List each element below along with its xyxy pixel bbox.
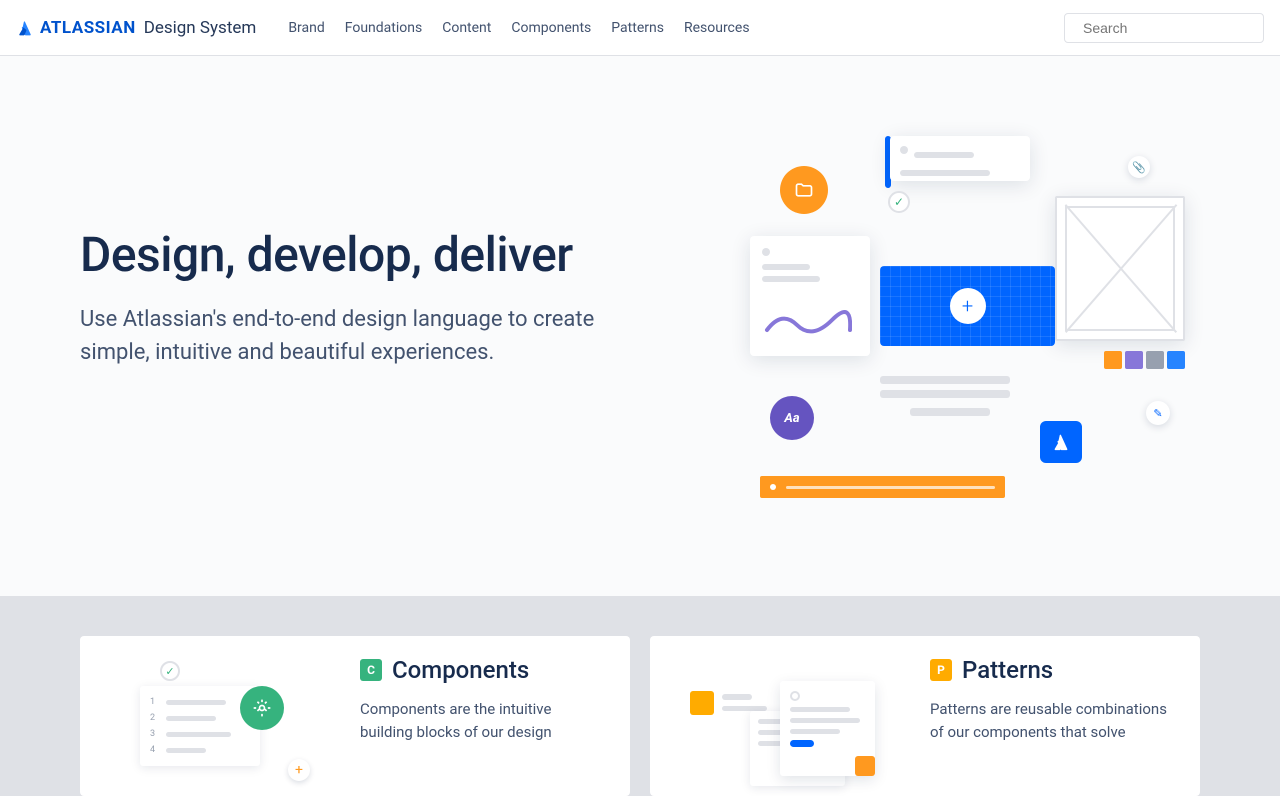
brand-name: ATLASSIAN [40, 18, 136, 38]
hero: Design, develop, deliver Use Atlassian's… [0, 56, 1280, 596]
edit-icon: ✎ [1146, 401, 1170, 425]
search-box[interactable] [1064, 13, 1264, 43]
nav-foundations[interactable]: Foundations [345, 14, 422, 42]
atlassian-logo-icon [16, 19, 34, 37]
nav-brand[interactable]: Brand [288, 14, 324, 42]
patterns-title: Patterns [962, 656, 1053, 684]
attachment-icon: 📎 [1128, 156, 1150, 178]
components-illustration: 1 2 3 4 ✓ + [110, 656, 330, 776]
color-swatches [1104, 351, 1185, 369]
gear-icon [240, 686, 284, 730]
patterns-desc: Patterns are reusable combinations of ou… [930, 698, 1170, 743]
components-title: Components [392, 656, 529, 684]
header: ATLASSIAN Design System Brand Foundation… [0, 0, 1280, 56]
patterns-illustration [680, 656, 900, 776]
check-icon: ✓ [888, 191, 910, 213]
hero-illustration: ✓ 📎 + Aa ✎ [720, 136, 1200, 516]
check-icon: ✓ [160, 661, 180, 681]
nav-resources[interactable]: Resources [684, 14, 750, 42]
typography-icon: Aa [770, 396, 814, 440]
cards-section: 1 2 3 4 ✓ + C Components Components are t… [0, 596, 1280, 796]
brand-sub: Design System [144, 18, 257, 38]
components-tag: C [360, 659, 382, 681]
hero-title: Design, develop, deliver [80, 226, 720, 283]
plus-icon: + [288, 759, 310, 781]
hero-text: Design, develop, deliver Use Atlassian's… [80, 136, 720, 516]
search-input[interactable] [1083, 20, 1264, 36]
hero-subtitle: Use Atlassian's end-to-end design langua… [80, 303, 620, 369]
atlassian-badge-icon [1040, 421, 1082, 463]
patterns-tag: P [930, 659, 952, 681]
nav-patterns[interactable]: Patterns [611, 14, 664, 42]
nav-components[interactable]: Components [511, 14, 591, 42]
folder-icon [780, 166, 828, 214]
main-nav: Brand Foundations Content Components Pat… [288, 14, 749, 42]
logo[interactable]: ATLASSIAN Design System [16, 18, 256, 38]
patterns-card[interactable]: P Patterns Patterns are reusable combinat… [650, 636, 1200, 796]
components-desc: Components are the intuitive building bl… [360, 698, 600, 743]
components-card[interactable]: 1 2 3 4 ✓ + C Components Components are t… [80, 636, 630, 796]
plus-icon: + [950, 288, 986, 324]
nav-content[interactable]: Content [442, 14, 491, 42]
